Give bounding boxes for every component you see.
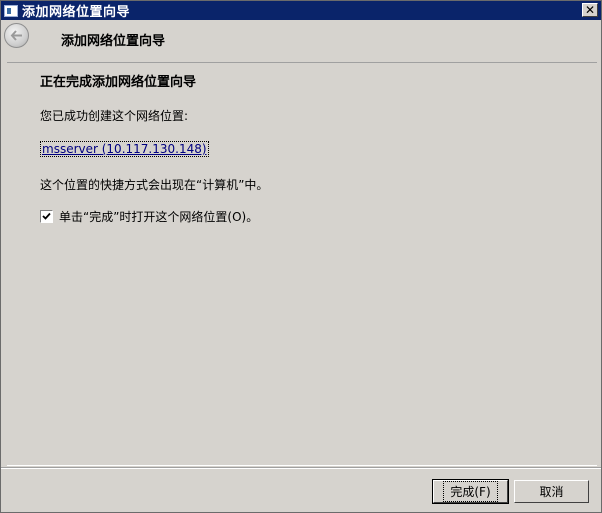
footer-divider bbox=[1, 467, 601, 469]
back-button[interactable] bbox=[4, 23, 29, 48]
shortcut-message: 这个位置的快捷方式会出现在“计算机”中。 bbox=[40, 178, 269, 192]
cancel-button[interactable]: 取消 bbox=[514, 480, 589, 503]
window-icon bbox=[4, 4, 18, 17]
wizard-window: 添加网络位置向导 ✕ 添加网络位置向导 正在完成添加网络位置向导 您已成功创建这… bbox=[0, 0, 602, 513]
checkmark-icon bbox=[42, 212, 51, 220]
wizard-title: 添加网络位置向导 bbox=[61, 34, 166, 49]
cancel-button-label: 取消 bbox=[539, 485, 564, 499]
finish-button-label: 完成(F) bbox=[443, 481, 498, 502]
window-title: 添加网络位置向导 bbox=[22, 5, 131, 20]
finish-button[interactable]: 完成(F) bbox=[432, 479, 509, 504]
close-button[interactable]: ✕ bbox=[582, 3, 598, 17]
open-location-checkbox[interactable] bbox=[40, 210, 53, 223]
completion-heading: 正在完成添加网络位置向导 bbox=[40, 75, 197, 90]
wizard-header: 添加网络位置向导 bbox=[1, 20, 601, 54]
title-bar[interactable]: 添加网络位置向导 ✕ bbox=[1, 1, 601, 20]
network-location-link[interactable]: msserver (10.117.130.148) bbox=[40, 141, 209, 157]
wizard-content: 正在完成添加网络位置向导 您已成功创建这个网络位置: msserver (10.… bbox=[7, 62, 597, 466]
open-location-option[interactable]: 单击“完成”时打开这个网络位置(O)。 bbox=[40, 208, 258, 225]
back-arrow-icon bbox=[10, 30, 22, 41]
success-message: 您已成功创建这个网络位置: bbox=[40, 109, 189, 123]
close-icon: ✕ bbox=[584, 3, 596, 17]
open-location-label: 单击“完成”时打开这个网络位置(O)。 bbox=[59, 210, 259, 224]
